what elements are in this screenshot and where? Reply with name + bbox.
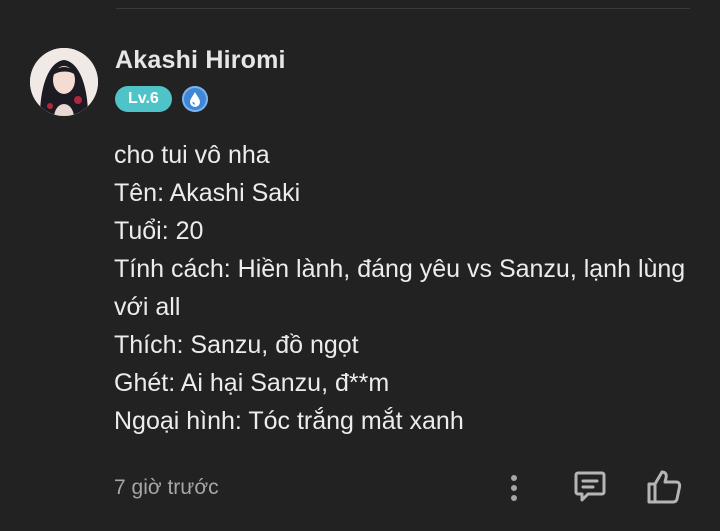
comment-line: Ngoại hình: Tóc trắng mắt xanh [114, 407, 464, 435]
comment-body: cho tui vô nha Tên: Akashi Saki Tuổi: 20… [114, 136, 704, 440]
author-name[interactable]: Akashi Hiromi [115, 46, 286, 75]
avatar[interactable] [30, 48, 98, 116]
comment-line: Tính cách: Hiền lành, đáng yêu vs Sanzu,… [114, 255, 686, 283]
water-drop-icon [181, 86, 208, 112]
comment-timestamp: 7 giờ trước [114, 476, 219, 499]
more-options-button[interactable] [500, 470, 528, 506]
comment-line: cho tui vô nha [114, 141, 270, 169]
avatar-image [30, 48, 98, 116]
reply-button[interactable] [568, 466, 612, 506]
comment-line: Thích: Sanzu, đồ ngọt [114, 331, 359, 359]
comment-icon [574, 471, 606, 502]
like-button[interactable] [642, 466, 686, 508]
more-vertical-icon [511, 475, 517, 501]
comment-line: Tên: Akashi Saki [114, 179, 301, 207]
thumbs-up-icon [647, 470, 682, 504]
comment-line: với all [114, 293, 181, 321]
level-badge: Lv.6 [115, 86, 172, 112]
comment-line: Tuổi: 20 [114, 217, 204, 245]
top-divider [116, 8, 690, 9]
author-badges: Lv.6 [115, 86, 208, 112]
comment-line: Ghét: Ai hại Sanzu, đ**m [114, 369, 390, 397]
